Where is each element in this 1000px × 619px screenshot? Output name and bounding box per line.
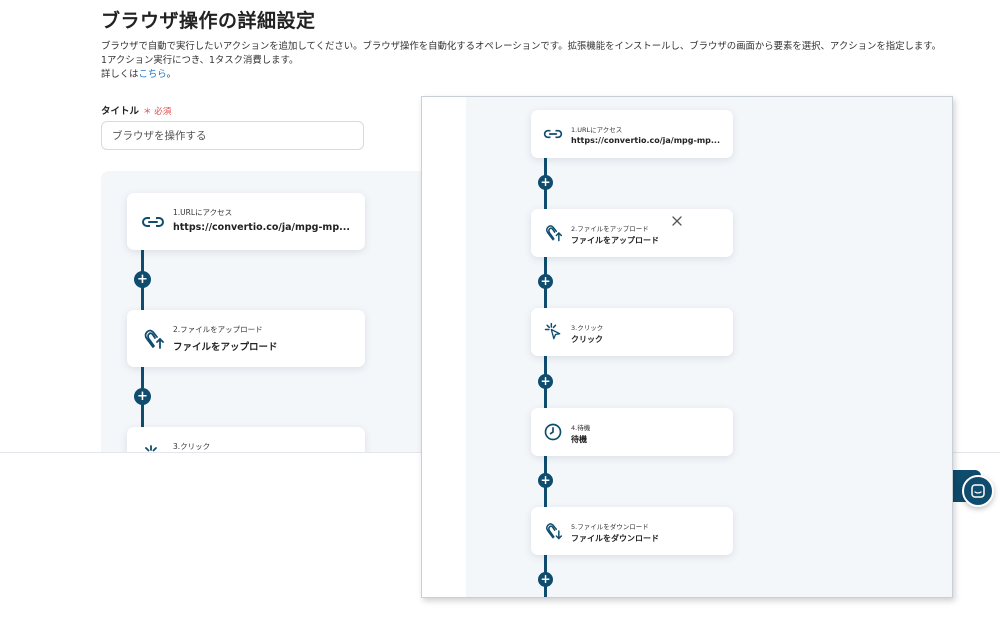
- step-number: 2.ファイルをアップロード: [571, 225, 649, 233]
- chat-icon: [971, 484, 985, 498]
- page-description: ブラウザで自動で実行したいアクションを追加してください。ブラウザ操作を自動化する…: [101, 40, 941, 82]
- step-name: 待機: [571, 435, 587, 444]
- chat-support-button[interactable]: [962, 475, 994, 507]
- flow-step-card[interactable]: 3.クリック クリック: [531, 308, 733, 356]
- close-icon[interactable]: [671, 215, 683, 227]
- add-step-button[interactable]: +: [538, 274, 553, 289]
- step-name: ファイルをアップロード: [173, 342, 278, 353]
- step-number: 3.クリック: [571, 324, 604, 332]
- flow-step-card[interactable]: 4.待機 待機: [531, 408, 733, 456]
- flow-step-card[interactable]: 3.クリック: [127, 427, 365, 452]
- flow-step-card[interactable]: 5.ファイルをダウンロード ファイルをダウンロード: [531, 507, 733, 555]
- add-step-button[interactable]: +: [134, 388, 151, 405]
- flow-step-card[interactable]: 2.ファイルをアップロード ファイルをアップロード: [127, 310, 365, 367]
- step-name: https://convertio.co/ja/mpg-mp...: [173, 222, 350, 233]
- step-name: クリック: [571, 335, 603, 344]
- description-line: ブラウザで自動で実行したいアクションを追加してください。ブラウザ操作を自動化する…: [101, 41, 942, 52]
- step-number: 4.待機: [571, 424, 591, 432]
- step-name: ファイルをダウンロード: [571, 534, 659, 543]
- step-name: https://convertio.co/ja/mpg-mp...: [571, 136, 721, 145]
- details-prefix: 詳しくは: [101, 69, 139, 80]
- step-number: 5.ファイルをダウンロード: [571, 523, 649, 531]
- title-label-text: タイトル: [101, 106, 140, 117]
- paperclip-upload-icon: [546, 225, 563, 242]
- add-step-button[interactable]: +: [134, 271, 151, 288]
- flow-step-card[interactable]: 2.ファイルをアップロード ファイルをアップロード: [531, 209, 733, 257]
- description-line: 1アクション実行につき、1タスク消費します。: [101, 55, 299, 66]
- flow-step-card[interactable]: 1.URLにアクセス https://convertio.co/ja/mpg-m…: [127, 193, 365, 250]
- step-number: 3.クリック: [173, 442, 211, 451]
- step-number: 1.URLにアクセス: [173, 208, 233, 217]
- paperclip-upload-icon: [144, 329, 164, 349]
- title-field-label: タイトル＊ 必須: [101, 103, 171, 117]
- link-icon: [543, 129, 563, 139]
- step-name: ファイルをアップロード: [571, 236, 659, 245]
- step-number: 1.URLにアクセス: [571, 126, 623, 134]
- details-suffix: 。: [166, 69, 177, 80]
- required-mark: ＊ 必須: [143, 107, 172, 117]
- flow-overview-panel: 1.URLにアクセス https://convertio.co/ja/mpg-m…: [421, 96, 953, 598]
- click-icon: [544, 322, 561, 340]
- add-step-button[interactable]: +: [538, 473, 553, 488]
- add-step-button[interactable]: +: [538, 572, 553, 587]
- click-icon: [145, 445, 157, 452]
- page-title: ブラウザ操作の詳細設定: [101, 10, 316, 32]
- overview-canvas: 1.URLにアクセス https://convertio.co/ja/mpg-m…: [466, 97, 952, 597]
- details-link[interactable]: こちら: [139, 69, 167, 80]
- add-step-button[interactable]: +: [538, 374, 553, 389]
- link-icon: [142, 216, 164, 228]
- details-line: 詳しくはこちら。: [101, 68, 941, 82]
- flow-canvas: 1.URLにアクセス https://convertio.co/ja/mpg-m…: [101, 171, 431, 452]
- clock-icon: [544, 423, 562, 441]
- add-step-button[interactable]: +: [538, 175, 553, 190]
- title-input[interactable]: [101, 121, 364, 150]
- paperclip-download-icon: [546, 523, 563, 540]
- step-number: 2.ファイルをアップロード: [173, 325, 263, 334]
- flow-step-card[interactable]: 1.URLにアクセス https://convertio.co/ja/mpg-m…: [531, 110, 733, 158]
